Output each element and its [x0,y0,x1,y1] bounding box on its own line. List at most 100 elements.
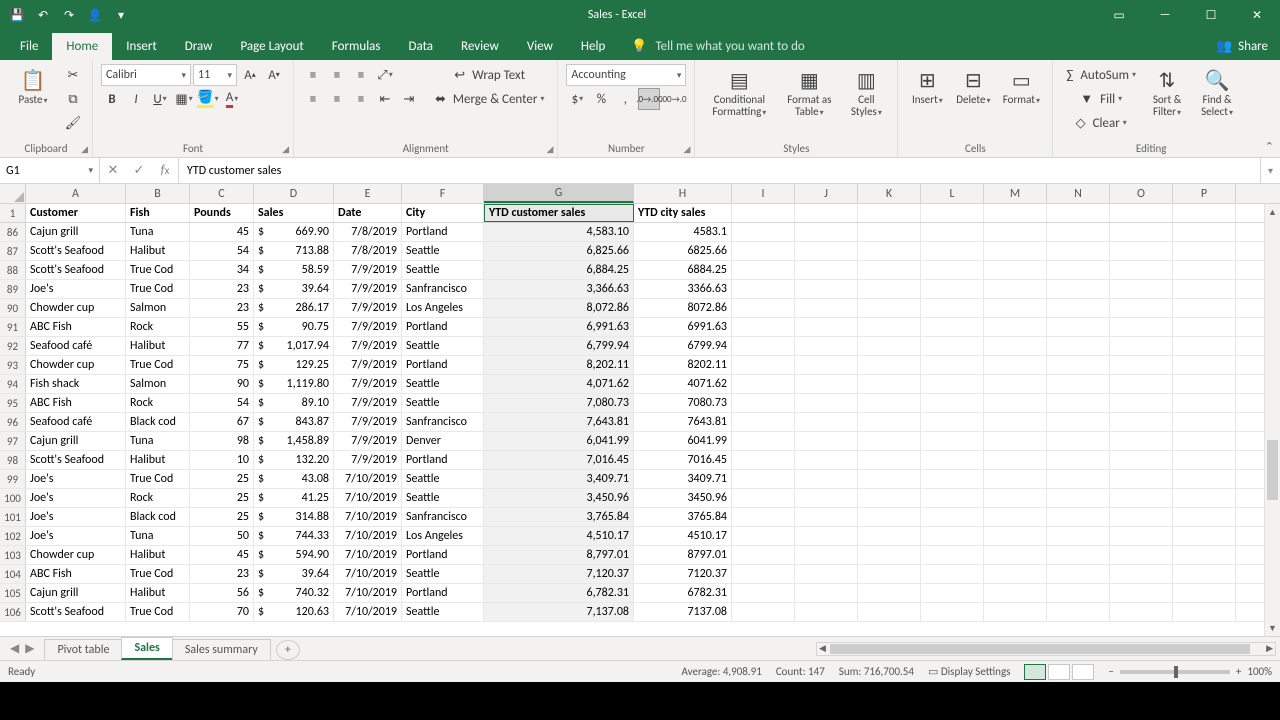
tab-review[interactable]: Review [447,33,513,60]
cell[interactable]: 3,409.71 [484,470,634,488]
header-cell[interactable]: City [402,204,484,222]
cell[interactable] [1047,261,1110,279]
cell[interactable] [1173,204,1236,222]
cell[interactable] [921,413,984,431]
formula-bar[interactable]: YTD customer sales [179,158,1260,183]
cell[interactable]: $41.25 [254,489,334,507]
row-header[interactable]: 91 [0,318,26,336]
merge-center-button[interactable]: ⬌ Merge & Center▾ [430,88,549,110]
sheet-nav-next[interactable]: ▶ [25,641,34,656]
decrease-indent-button[interactable]: ⇤ [374,88,396,110]
cell[interactable]: 7/9/2019 [334,299,402,317]
cell[interactable]: Chowder cup [26,546,126,564]
ribbon-display-options[interactable]: ▭ [1096,0,1142,30]
cell[interactable]: 10 [190,451,254,469]
cell[interactable]: $740.32 [254,584,334,602]
cell[interactable] [921,280,984,298]
row-header[interactable]: 102 [0,527,26,545]
cell[interactable]: Rock [126,318,190,336]
cell[interactable]: 3366.63 [634,280,732,298]
cell[interactable] [984,204,1047,222]
cell[interactable]: 7/9/2019 [334,318,402,336]
zoom-slider[interactable] [1120,670,1230,674]
column-header-I[interactable]: I [732,184,795,203]
cell[interactable]: 6991.63 [634,318,732,336]
cell[interactable]: Halibut [126,337,190,355]
cell[interactable] [921,489,984,507]
cell[interactable]: 4510.17 [634,527,732,545]
cell[interactable]: Seafood café [26,337,126,355]
cell[interactable] [732,394,795,412]
normal-view-button[interactable] [1024,664,1046,680]
cell[interactable]: 4071.62 [634,375,732,393]
cell[interactable]: Seattle [402,394,484,412]
cell[interactable] [1047,527,1110,545]
name-box[interactable]: G1▾ [0,158,100,183]
window-minimize[interactable]: — [1142,0,1188,30]
cell[interactable] [921,394,984,412]
cell[interactable] [732,337,795,355]
row-header[interactable]: 99 [0,470,26,488]
column-header-P[interactable]: P [1173,184,1236,203]
cell[interactable] [1173,527,1236,545]
cell[interactable]: Seattle [402,470,484,488]
vertical-scrollbar[interactable]: ▲▼ [1264,204,1280,636]
format-cells-button[interactable]: ▭Format▾ [998,64,1044,108]
cell[interactable] [1173,337,1236,355]
cell[interactable]: $314.88 [254,508,334,526]
cell[interactable]: 25 [190,508,254,526]
sheet-tab-summary[interactable]: Sales summary [172,639,271,660]
header-cell[interactable]: Date [334,204,402,222]
cell[interactable] [858,470,921,488]
cell[interactable]: $58.59 [254,261,334,279]
cell[interactable] [795,280,858,298]
cell[interactable]: ABC Fish [26,318,126,336]
cell[interactable] [795,489,858,507]
cell[interactable] [1173,242,1236,260]
cell[interactable]: 23 [190,280,254,298]
cell[interactable] [921,318,984,336]
cell[interactable] [921,584,984,602]
grow-font-button[interactable]: A▴ [239,64,261,86]
cell[interactable] [795,223,858,241]
cell[interactable] [984,280,1047,298]
cell[interactable] [858,451,921,469]
cell[interactable] [858,337,921,355]
cell[interactable] [732,261,795,279]
cell[interactable] [1047,451,1110,469]
comma-format-button[interactable]: , [614,88,636,110]
cell[interactable] [1047,413,1110,431]
cell[interactable]: Joe's [26,527,126,545]
cell[interactable] [732,603,795,621]
cell[interactable] [858,527,921,545]
collapse-ribbon-button[interactable]: ⌃ [1265,140,1274,153]
cell[interactable] [1047,318,1110,336]
cell[interactable]: 75 [190,356,254,374]
clear-button[interactable]: ◇ Clear▾ [1061,112,1141,134]
cell[interactable]: $1,458.89 [254,432,334,450]
cell[interactable] [984,489,1047,507]
cell[interactable] [984,242,1047,260]
cell[interactable] [1047,489,1110,507]
cell[interactable]: Scott's Seafood [26,242,126,260]
cell[interactable]: 54 [190,242,254,260]
cell[interactable]: Seattle [402,337,484,355]
cell[interactable]: 70 [190,603,254,621]
tab-view[interactable]: View [513,33,567,60]
cell[interactable] [984,413,1047,431]
cell[interactable] [984,318,1047,336]
cell[interactable]: 55 [190,318,254,336]
cell[interactable]: True Cod [126,356,190,374]
cell[interactable]: 6799.94 [634,337,732,355]
cell[interactable]: 67 [190,413,254,431]
cell[interactable] [1110,413,1173,431]
cell[interactable] [1110,223,1173,241]
column-header-M[interactable]: M [984,184,1047,203]
cell[interactable]: 25 [190,470,254,488]
fill-color-button[interactable]: 🪣▾ [197,88,219,110]
page-layout-view-button[interactable] [1048,664,1070,680]
cell[interactable] [858,242,921,260]
cell[interactable] [1110,565,1173,583]
font-color-button[interactable]: A▾ [221,88,243,110]
cell[interactable]: 6782.31 [634,584,732,602]
